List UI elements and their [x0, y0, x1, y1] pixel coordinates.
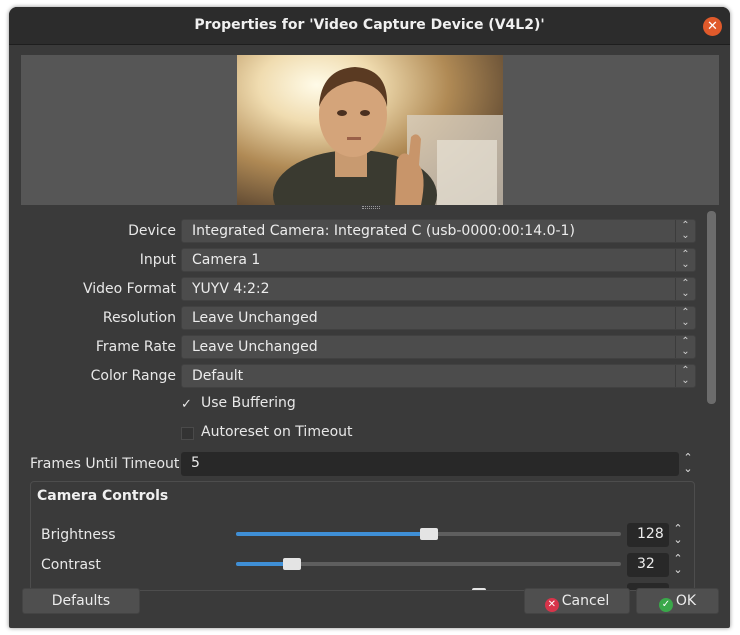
autoreset-label: Autoreset on Timeout: [201, 424, 353, 440]
brightness-value: 128: [637, 526, 664, 542]
brightness-slider-fill: [236, 532, 429, 536]
brightness-label: Brightness: [41, 527, 116, 543]
brightness-slider-handle[interactable]: [419, 528, 438, 540]
title-bar: Properties for 'Video Capture Device (V4…: [9, 7, 730, 45]
frame-rate-value: Leave Unchanged: [192, 339, 318, 355]
up-down-chevron-icon[interactable]: ⌃ ⌄: [680, 452, 696, 476]
up-down-chevron-icon: ⌃ ⌄: [675, 307, 695, 329]
checkbox-empty-icon: [181, 427, 194, 440]
brightness-input[interactable]: 128: [627, 523, 669, 547]
checkmark-icon: ✓: [181, 397, 192, 412]
up-down-chevron-icon[interactable]: ⌃ ⌄: [670, 523, 686, 547]
device-row: Device Integrated Camera: Integrated C (…: [9, 219, 709, 243]
resolution-select[interactable]: Leave Unchanged ⌃ ⌄: [181, 306, 696, 330]
ok-button-label: OK: [675, 593, 697, 609]
frames-until-timeout-value: 5: [191, 455, 200, 471]
video-preview: [21, 55, 719, 205]
cancel-button[interactable]: ✕ Cancel: [524, 588, 630, 614]
color-range-select[interactable]: Default ⌃ ⌄: [181, 364, 696, 388]
resolution-label: Resolution: [102, 310, 176, 326]
use-buffering-label: Use Buffering: [201, 395, 296, 411]
cancel-button-label: Cancel: [561, 593, 610, 609]
video-format-select[interactable]: YUYV 4:2:2 ⌃ ⌄: [181, 277, 696, 301]
device-value: Integrated Camera: Integrated C (usb-000…: [192, 223, 575, 239]
contrast-input[interactable]: 32: [627, 553, 669, 577]
frame-rate-select[interactable]: Leave Unchanged ⌃ ⌄: [181, 335, 696, 359]
device-label: Device: [128, 223, 176, 239]
up-down-chevron-icon: ⌃ ⌄: [675, 365, 695, 387]
video-format-row: Video Format YUYV 4:2:2 ⌃ ⌄: [9, 277, 709, 301]
resolution-row: Resolution Leave Unchanged ⌃ ⌄: [9, 306, 709, 330]
frame-rate-label: Frame Rate: [95, 339, 176, 355]
brightness-slider[interactable]: [236, 528, 621, 540]
color-range-value: Default: [192, 368, 244, 384]
up-down-chevron-icon: ⌃ ⌄: [675, 336, 695, 358]
properties-dialog: Properties for 'Video Capture Device (V4…: [9, 7, 730, 628]
use-buffering-checkbox[interactable]: ✓ Use Buffering: [181, 394, 381, 416]
preview-resize-handle[interactable]: [362, 206, 380, 209]
ok-button[interactable]: ✓ OK: [636, 588, 719, 614]
contrast-label: Contrast: [41, 557, 101, 573]
cancel-icon: ✕: [544, 598, 559, 612]
video-format-label: Video Format: [82, 281, 176, 297]
window-title: Properties for 'Video Capture Device (V4…: [194, 17, 545, 33]
input-value: Camera 1: [192, 252, 261, 268]
contrast-slider-handle[interactable]: [282, 558, 301, 570]
next-slider-handle-partial: [472, 588, 486, 590]
input-label: Input: [139, 252, 176, 268]
up-down-chevron-icon[interactable]: ⌃ ⌄: [670, 553, 686, 577]
contrast-slider[interactable]: [236, 558, 621, 570]
frames-until-timeout-input[interactable]: 5: [181, 452, 679, 476]
close-icon[interactable]: ✕: [703, 17, 722, 36]
autoreset-checkbox[interactable]: Autoreset on Timeout: [181, 423, 401, 445]
up-down-chevron-icon: ⌃ ⌄: [675, 278, 695, 300]
camera-controls-title: Camera Controls: [37, 488, 169, 504]
defaults-button-label: Defaults: [51, 593, 111, 609]
up-down-chevron-icon: ⌃ ⌄: [675, 220, 695, 242]
defaults-button[interactable]: Defaults: [22, 588, 140, 614]
color-range-row: Color Range Default ⌃ ⌄: [9, 364, 709, 388]
input-select[interactable]: Camera 1 ⌃ ⌄: [181, 248, 696, 272]
device-select[interactable]: Integrated Camera: Integrated C (usb-000…: [181, 219, 696, 243]
up-down-chevron-icon: ⌃ ⌄: [675, 249, 695, 271]
input-row: Input Camera 1 ⌃ ⌄: [9, 248, 709, 272]
resolution-value: Leave Unchanged: [192, 310, 318, 326]
check-icon: ✓: [658, 598, 673, 612]
color-range-label: Color Range: [90, 368, 176, 384]
contrast-value: 32: [637, 556, 655, 572]
frame-rate-row: Frame Rate Leave Unchanged ⌃ ⌄: [9, 335, 709, 359]
camera-image: [237, 55, 503, 205]
video-format-value: YUYV 4:2:2: [192, 281, 270, 297]
frames-until-timeout-label: Frames Until Timeout: [30, 456, 180, 472]
camera-controls-group: Camera Controls Brightness 128 ⌃ ⌄ Contra…: [30, 481, 695, 591]
